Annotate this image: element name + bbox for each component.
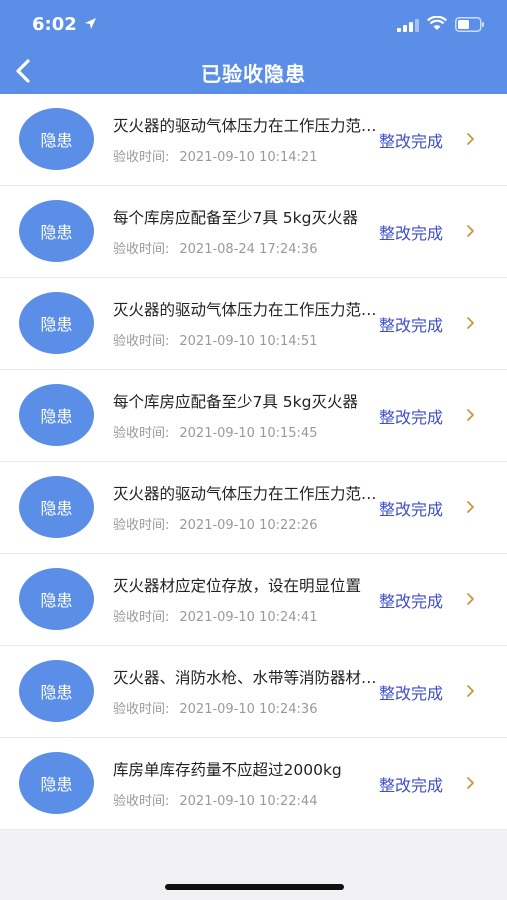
acceptance-time-label: 验收时间: xyxy=(113,702,170,717)
status-bar: 6:02 xyxy=(0,0,507,48)
hazard-badge-label: 隐患 xyxy=(40,407,73,426)
hazard-title: 每个库房应配备至少7具 5kg灭火器 xyxy=(113,393,358,411)
hazard-badge-label: 隐患 xyxy=(40,683,73,702)
chevron-right-icon xyxy=(467,317,474,329)
rectification-status: 整改完成 xyxy=(379,776,444,795)
rectification-status: 整改完成 xyxy=(379,316,444,335)
acceptance-time-value: 2021-09-10 10:24:36 xyxy=(179,702,318,717)
list-item[interactable]: 隐患 灭火器的驱动气体压力在工作压力范围内 验收时间: 2021-09-10 10… xyxy=(0,462,507,554)
chevron-right-icon xyxy=(467,133,474,145)
chevron-right-icon xyxy=(467,593,474,605)
hazard-badge-label: 隐患 xyxy=(40,131,73,150)
list-item[interactable]: 隐患 每个库房应配备至少7具 5kg灭火器 验收时间: 2021-09-10 10… xyxy=(0,370,507,462)
rectification-status: 整改完成 xyxy=(379,684,444,703)
hazard-badge-label: 隐患 xyxy=(40,499,73,518)
acceptance-time-value: 2021-09-10 10:14:21 xyxy=(179,150,318,165)
rectification-status: 整改完成 xyxy=(379,132,444,151)
list-item[interactable]: 隐患 灭火器、消防水枪、水带等消防器材完好 验收时间: 2021-09-10 10… xyxy=(0,646,507,738)
chevron-right-icon xyxy=(467,777,474,789)
acceptance-time: 验收时间: 2021-09-10 10:14:51 xyxy=(113,330,317,349)
hazard-badge-label: 隐患 xyxy=(40,775,73,794)
hazard-title: 灭火器的驱动气体压力在工作压力范围内 xyxy=(113,117,379,135)
acceptance-time: 验收时间: 2021-09-10 10:22:44 xyxy=(113,790,317,809)
status-time: 6:02 xyxy=(32,14,77,35)
acceptance-time-value: 2021-08-24 17:24:36 xyxy=(179,242,318,257)
hazard-badge: 隐患 xyxy=(19,292,94,354)
acceptance-time: 验收时间: 2021-09-10 10:15:45 xyxy=(113,422,317,441)
nav-bar: 已验收隐患 xyxy=(0,48,507,94)
hazard-badge: 隐患 xyxy=(19,568,94,630)
hazard-title: 每个库房应配备至少7具 5kg灭火器 xyxy=(113,209,358,227)
hazard-list: 隐患 灭火器的驱动气体压力在工作压力范围内 验收时间: 2021-09-10 10… xyxy=(0,94,507,830)
hazard-title: 灭火器材应定位存放，设在明显位置 xyxy=(113,577,362,595)
app-header: 6:02 已验收隐患 xyxy=(0,0,507,94)
hazard-badge: 隐患 xyxy=(19,476,94,538)
acceptance-time-value: 2021-09-10 10:22:26 xyxy=(179,518,318,533)
rectification-status: 整改完成 xyxy=(379,500,444,519)
home-indicator[interactable] xyxy=(165,884,344,890)
hazard-badge-label: 隐患 xyxy=(40,315,73,334)
wifi-icon xyxy=(427,16,447,30)
acceptance-time-label: 验收时间: xyxy=(113,610,170,625)
rectification-status: 整改完成 xyxy=(379,224,444,243)
list-item[interactable]: 隐患 库房单库存药量不应超过2000kg 验收时间: 2021-09-10 10:… xyxy=(0,738,507,830)
cellular-signal-icon xyxy=(397,19,419,32)
acceptance-time: 验收时间: 2021-09-10 10:24:41 xyxy=(113,606,317,625)
hazard-badge-label: 隐患 xyxy=(40,223,73,242)
list-item[interactable]: 隐患 每个库房应配备至少7具 5kg灭火器 验收时间: 2021-08-24 17… xyxy=(0,186,507,278)
acceptance-time: 验收时间: 2021-09-10 10:24:36 xyxy=(113,698,317,717)
hazard-badge-label: 隐患 xyxy=(40,591,73,610)
battery-icon xyxy=(455,17,484,32)
hazard-badge: 隐患 xyxy=(19,108,94,170)
acceptance-time-value: 2021-09-10 10:14:51 xyxy=(179,334,318,349)
hazard-title: 灭火器的驱动气体压力在工作压力范围内 xyxy=(113,485,379,503)
acceptance-time-label: 验收时间: xyxy=(113,150,170,165)
chevron-right-icon xyxy=(467,409,474,421)
rectification-status: 整改完成 xyxy=(379,408,444,427)
hazard-title: 灭火器的驱动气体压力在工作压力范围内 xyxy=(113,301,379,319)
acceptance-time-label: 验收时间: xyxy=(113,242,170,257)
location-arrow-icon xyxy=(85,18,96,29)
acceptance-time-label: 验收时间: xyxy=(113,794,170,809)
hazard-badge: 隐患 xyxy=(19,752,94,814)
chevron-right-icon xyxy=(467,685,474,697)
acceptance-time: 验收时间: 2021-09-10 10:22:26 xyxy=(113,514,317,533)
acceptance-time: 验收时间: 2021-08-24 17:24:36 xyxy=(113,238,317,257)
hazard-title: 库房单库存药量不应超过2000kg xyxy=(113,761,342,779)
hazard-badge: 隐患 xyxy=(19,384,94,446)
chevron-right-icon xyxy=(467,225,474,237)
page-title: 已验收隐患 xyxy=(201,62,306,86)
acceptance-time-value: 2021-09-10 10:15:45 xyxy=(179,426,318,441)
acceptance-time-value: 2021-09-10 10:22:44 xyxy=(179,794,318,809)
hazard-badge: 隐患 xyxy=(19,660,94,722)
list-item[interactable]: 隐患 灭火器材应定位存放，设在明显位置 验收时间: 2021-09-10 10:2… xyxy=(0,554,507,646)
acceptance-time: 验收时间: 2021-09-10 10:14:21 xyxy=(113,146,317,165)
list-item[interactable]: 隐患 灭火器的驱动气体压力在工作压力范围内 验收时间: 2021-09-10 10… xyxy=(0,94,507,186)
hazard-title: 灭火器、消防水枪、水带等消防器材完好 xyxy=(113,669,379,687)
list-item[interactable]: 隐患 灭火器的驱动气体压力在工作压力范围内 验收时间: 2021-09-10 10… xyxy=(0,278,507,370)
acceptance-time-label: 验收时间: xyxy=(113,426,170,441)
acceptance-time-label: 验收时间: xyxy=(113,518,170,533)
acceptance-time-value: 2021-09-10 10:24:41 xyxy=(179,610,318,625)
rectification-status: 整改完成 xyxy=(379,592,444,611)
acceptance-time-label: 验收时间: xyxy=(113,334,170,349)
chevron-right-icon xyxy=(467,501,474,513)
hazard-badge: 隐患 xyxy=(19,200,94,262)
